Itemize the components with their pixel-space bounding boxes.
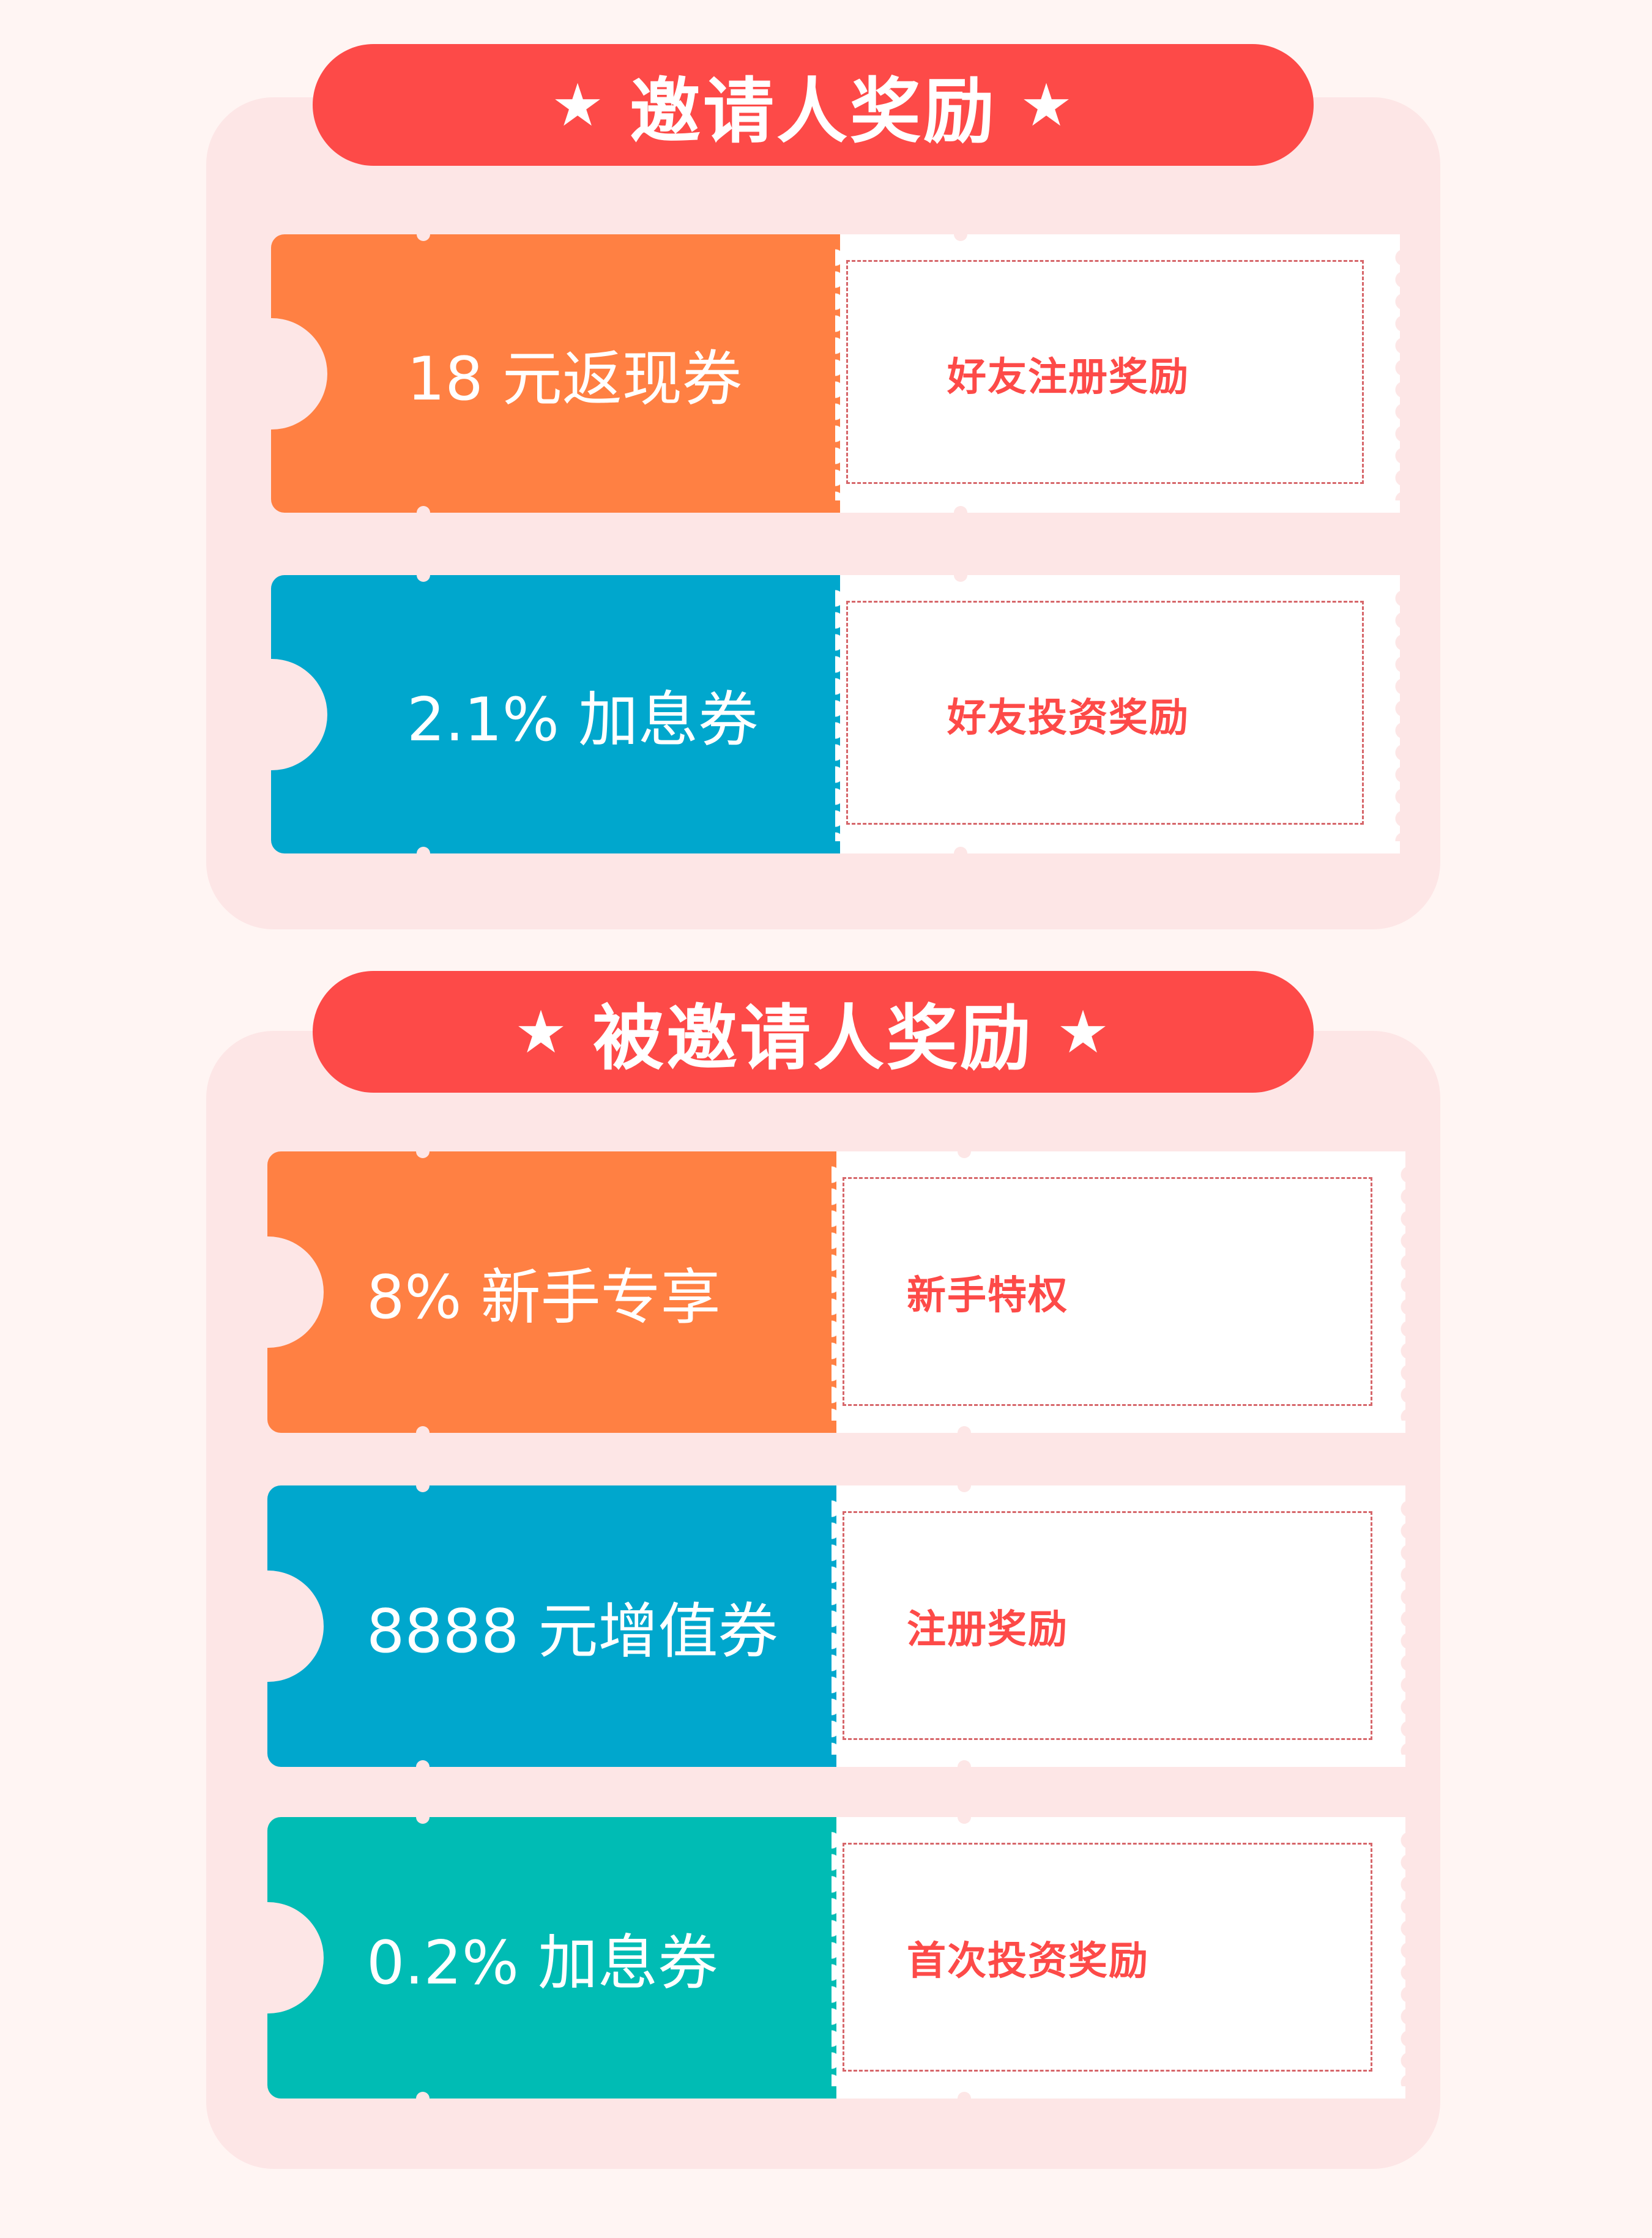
section-title: 邀请人奖励 [630, 70, 997, 153]
punch-hole [954, 228, 967, 241]
coupon-value: 0.2% 加息券 [366, 1928, 718, 1998]
star-icon: ★ [514, 997, 570, 1066]
coupon-notch [271, 658, 327, 770]
coupon-ticket: 注册奖励 [832, 1485, 1409, 1767]
punch-hole [954, 847, 967, 860]
punch-hole [416, 1810, 430, 1824]
coupon-ticket: 好友投资奖励 [835, 575, 1404, 853]
coupon-card[interactable]: 18 元返现券 好友注册奖励 [271, 228, 1404, 519]
coupon-reward-label: 首次投资奖励 [907, 1939, 1149, 1984]
punch-hole [954, 568, 967, 582]
punch-hole [416, 1479, 430, 1492]
section-title: 被邀请人奖励 [593, 997, 1033, 1080]
coupon-notch [267, 1571, 324, 1682]
punch-hole [416, 1145, 430, 1158]
coupon-ticket: 好友注册奖励 [835, 234, 1404, 513]
punch-hole [958, 1760, 971, 1774]
coupon-value: 8888 元增值券 [366, 1597, 778, 1667]
coupon-value: 8% 新手专享 [366, 1263, 721, 1333]
punch-hole [417, 506, 430, 519]
coupon-stub: 8888 元增值券 [267, 1485, 843, 1767]
punch-hole [417, 568, 430, 582]
coupon-card[interactable]: 0.2% 加息券 首次投资奖励 [267, 1810, 1409, 2105]
perforation-edge [1390, 247, 1404, 500]
punch-hole [958, 1810, 971, 1824]
coupon-notch [271, 318, 327, 429]
punch-hole [416, 1760, 430, 1774]
punch-hole [958, 1426, 971, 1440]
coupon-ticket: 新手特权 [832, 1151, 1409, 1433]
perforation-edge [1396, 1829, 1409, 2086]
coupon-stub: 0.2% 加息券 [267, 1817, 843, 2099]
coupon-value: 2.1% 加息券 [407, 685, 759, 755]
coupon-stub: 18 元返现券 [271, 234, 846, 513]
coupon-stub: 2.1% 加息券 [271, 575, 846, 853]
punch-hole [416, 2092, 430, 2105]
punch-hole [958, 1145, 971, 1158]
coupon-reward-label: 好友注册奖励 [947, 354, 1189, 400]
punch-hole [954, 506, 967, 519]
perforation-edge [1390, 587, 1404, 841]
star-icon: ★ [1057, 997, 1112, 1066]
punch-hole [416, 1426, 430, 1440]
coupon-card[interactable]: 2.1% 加息券 好友投资奖励 [271, 568, 1404, 860]
punch-hole [417, 228, 430, 241]
coupon-card[interactable]: 8888 元增值券 注册奖励 [267, 1479, 1409, 1774]
coupon-reward-label: 好友投资奖励 [947, 695, 1189, 741]
coupon-reward-label: 注册奖励 [907, 1607, 1068, 1652]
punch-hole [958, 1479, 971, 1492]
coupon-ticket: 首次投资奖励 [832, 1817, 1409, 2099]
perforation-edge [1396, 1164, 1409, 1421]
coupon-reward-label: 新手特权 [907, 1273, 1068, 1318]
coupon-stub: 8% 新手专享 [267, 1151, 843, 1433]
coupon-card[interactable]: 8% 新手专享 新手特权 [267, 1145, 1409, 1440]
punch-hole [958, 2092, 971, 2105]
coupon-notch [267, 1902, 324, 2013]
star-icon: ★ [1020, 70, 1076, 139]
star-icon: ★ [551, 70, 606, 139]
invitee-rewards-banner: ★ 被邀请人奖励 ★ [313, 971, 1314, 1093]
inviter-rewards-banner: ★ 邀请人奖励 ★ [313, 44, 1314, 166]
punch-hole [417, 847, 430, 860]
coupon-notch [267, 1236, 324, 1348]
coupon-value: 18 元返现券 [407, 344, 742, 414]
perforation-edge [1396, 1498, 1409, 1755]
